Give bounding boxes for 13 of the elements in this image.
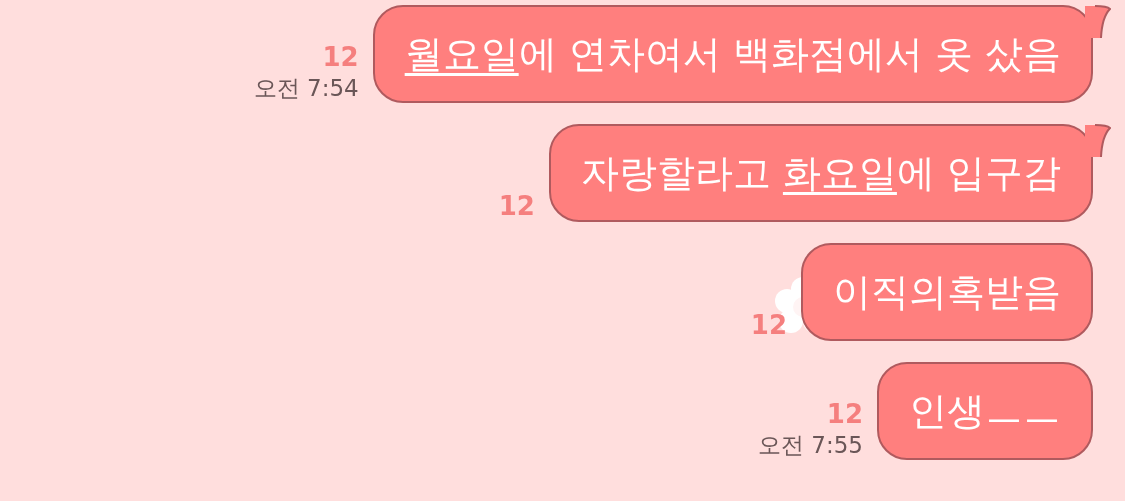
unread-count: 12 <box>322 41 359 73</box>
unread-count: 12 <box>498 190 535 222</box>
message-text: 에 연차여서 백화점에서 옷 샀음 <box>518 32 1061 76</box>
message-text: 인생ㅡㅡ <box>909 389 1061 433</box>
message-text: 이직의혹받음 <box>833 270 1061 314</box>
unread-count: 12 <box>750 309 787 341</box>
message-time: 오전 7:54 <box>253 74 359 103</box>
message-time: 오전 7:55 <box>758 431 863 460</box>
message-text: 에 입구감 <box>896 151 1061 195</box>
message-text: 자랑할라고 <box>580 151 772 195</box>
unread-count: 12 <box>826 398 863 430</box>
date-link[interactable]: 월요일 <box>404 32 519 76</box>
date-link[interactable]: 화요일 <box>782 151 897 195</box>
